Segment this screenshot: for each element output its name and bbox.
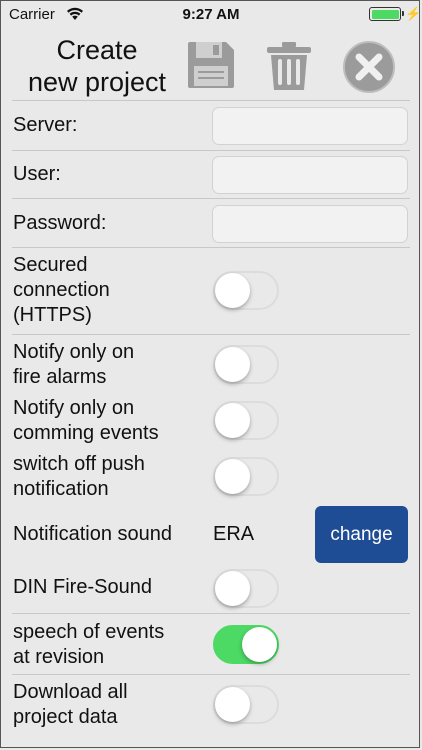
divider (12, 613, 410, 614)
user-label: User: (13, 163, 61, 185)
din-fire-sound-toggle[interactable] (213, 569, 279, 608)
notify-events-toggle[interactable] (213, 401, 279, 440)
password-label: Password: (13, 212, 107, 234)
status-bar: Carrier 9:27 AM ⚡ (0, 0, 422, 30)
push-notification-toggle[interactable] (213, 457, 279, 496)
server-label: Server: (13, 114, 78, 136)
page-title: Create new project (27, 35, 167, 97)
download-project-data-label: Download all project data (13, 681, 128, 728)
change-sound-button[interactable]: change (315, 506, 408, 563)
push-notification-label: switch off push notification (13, 453, 145, 500)
notify-fire-alarms-toggle[interactable] (213, 345, 279, 384)
divider (12, 100, 410, 101)
charging-bolt-icon: ⚡ (405, 6, 422, 21)
notification-sound-value: ERA (213, 523, 255, 545)
speech-events-label: speech of events at revision (13, 621, 165, 668)
notify-events-label: Notify only on comming events (13, 397, 159, 444)
divider (12, 198, 410, 199)
speech-events-toggle[interactable] (213, 625, 279, 664)
divider (12, 334, 410, 335)
notification-sound-label: Notification sound (13, 523, 172, 545)
server-input[interactable] (212, 107, 408, 145)
password-input[interactable] (212, 205, 408, 243)
secured-connection-label: Secured connection (HTTPS) (13, 254, 110, 326)
save-floppy-icon[interactable] (186, 40, 236, 90)
download-project-data-toggle[interactable] (213, 685, 279, 724)
divider (12, 150, 410, 151)
din-fire-sound-label: DIN Fire-Sound (13, 576, 152, 598)
status-time: 9:27 AM (182, 6, 240, 23)
divider (12, 674, 410, 675)
secured-connection-toggle[interactable] (213, 271, 279, 310)
notify-fire-alarms-label: Notify only on fire alarms (13, 341, 135, 388)
divider (12, 247, 410, 248)
user-input[interactable] (212, 156, 408, 194)
trash-icon[interactable] (265, 40, 313, 92)
battery-icon (369, 7, 404, 21)
close-icon[interactable] (342, 40, 396, 94)
